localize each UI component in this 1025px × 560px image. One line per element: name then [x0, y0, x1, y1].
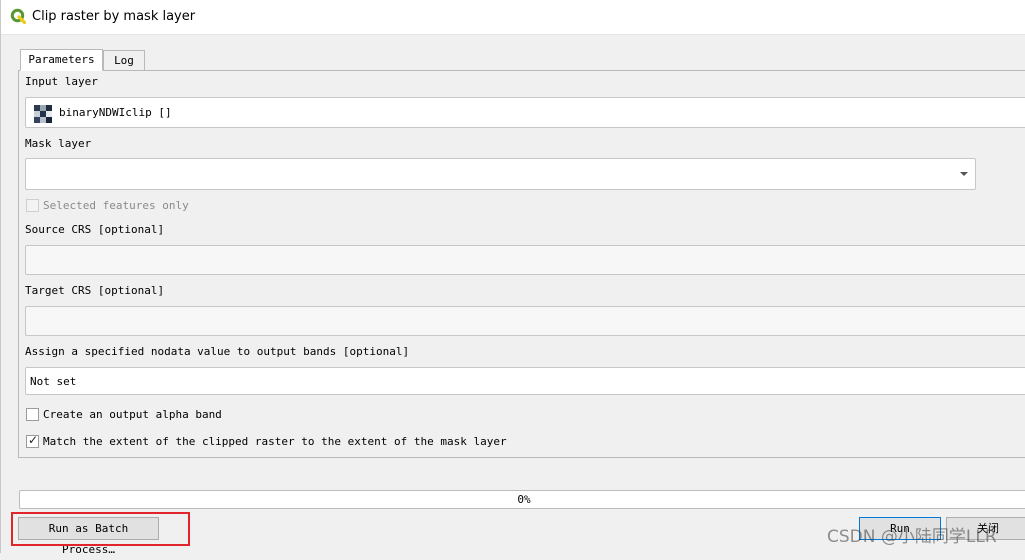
- progress-text: 0%: [517, 493, 531, 506]
- selected-features-checkbox[interactable]: [26, 199, 39, 212]
- nodata-input[interactable]: Not set: [25, 367, 1025, 395]
- input-layer-combo[interactable]: binaryNDWIclip []: [25, 97, 1025, 128]
- run-as-batch-button[interactable]: Run as Batch Process…: [18, 517, 159, 556]
- window-title: Clip raster by mask layer: [32, 9, 196, 24]
- qgis-logo-icon: [10, 8, 26, 24]
- alpha-band-checkbox[interactable]: [26, 408, 39, 421]
- nodata-value: Not set: [30, 375, 77, 388]
- selected-features-label: Selected features only: [43, 199, 189, 212]
- raster-layer-icon: [34, 105, 52, 123]
- mask-layer-label: Mask layer: [25, 137, 92, 150]
- input-layer-value: binaryNDWIclip []: [59, 106, 172, 119]
- parameters-scroll-area[interactable]: Input layer binaryNDWIclip [] Mask layer…: [19, 71, 1025, 457]
- run-as-batch-label: Run as Batch Process…: [48, 522, 129, 556]
- input-layer-label: Input layer: [25, 75, 98, 88]
- source-crs-selector[interactable]: [25, 245, 1025, 275]
- title-bar: Clip raster by mask layer: [1, 0, 1025, 35]
- parameters-panel: Input layer binaryNDWIclip [] Mask layer…: [18, 70, 1025, 458]
- alpha-band-label: Create an output alpha band: [43, 408, 222, 421]
- tab-parameters[interactable]: Parameters: [20, 49, 103, 71]
- match-extent-checkbox[interactable]: ✓: [26, 433, 39, 448]
- close-label: 关闭: [977, 522, 999, 535]
- run-label: Run: [890, 522, 910, 535]
- progress-bar: 0%: [19, 490, 1025, 509]
- nodata-label: Assign a specified nodata value to outpu…: [25, 345, 410, 358]
- match-extent-label: Match the extent of the clipped raster t…: [43, 435, 507, 448]
- tab-log[interactable]: Log: [103, 50, 145, 71]
- target-crs-selector[interactable]: [25, 306, 1025, 336]
- tab-parameters-label: Parameters: [28, 53, 95, 66]
- chevron-down-icon: [960, 172, 968, 176]
- source-crs-label: Source CRS [optional]: [25, 223, 165, 236]
- close-button[interactable]: 关闭: [946, 517, 1025, 540]
- run-button[interactable]: Run: [859, 517, 941, 540]
- target-crs-label: Target CRS [optional]: [25, 284, 165, 297]
- dialog-window: Clip raster by mask layer Parameters Log…: [0, 0, 1025, 556]
- checkmark-icon: ✓: [28, 433, 39, 447]
- tab-log-label: Log: [114, 54, 134, 67]
- mask-layer-combo[interactable]: [25, 158, 976, 190]
